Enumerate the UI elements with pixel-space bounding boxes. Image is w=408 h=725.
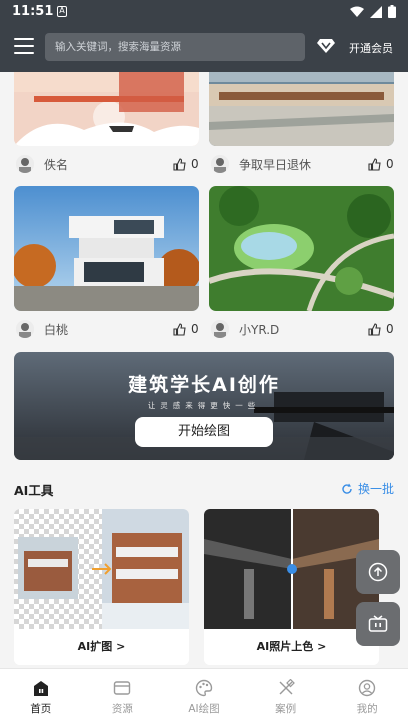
thumbs-up-icon <box>173 322 186 336</box>
section-title-ai-tools: AI工具 <box>14 483 54 498</box>
arrow-up-circle-icon <box>368 562 388 582</box>
nav-item-cases[interactable]: 案例 <box>245 669 327 725</box>
nav-item-ai-drawing[interactable]: AI绘图 <box>163 669 245 725</box>
ai-tool-label: AI扩图 > <box>14 629 189 665</box>
palette-icon <box>195 679 213 697</box>
vip-button[interactable]: 开通会员 <box>349 40 393 56</box>
thumbs-up-icon <box>173 157 186 171</box>
like-button[interactable]: 0 <box>173 153 199 175</box>
search-input[interactable]: 输入关键词，搜索海量资源 <box>45 33 305 61</box>
thumbs-up-icon <box>368 322 381 336</box>
author-row: 白桃 <box>16 318 68 340</box>
header: 输入关键词，搜索海量资源 开通会员 <box>0 24 408 72</box>
like-button[interactable]: 0 <box>368 318 394 340</box>
author-row: 小YR.D <box>211 318 279 340</box>
avatar[interactable] <box>16 155 34 173</box>
ai-tool-label: AI照片上色 > <box>204 629 379 665</box>
feed-card-image[interactable] <box>14 186 199 311</box>
ai-creation-banner[interactable]: 建筑学长AI创作 让灵感来得更快一些 开始绘图 <box>14 352 394 460</box>
like-count: 0 <box>386 157 394 171</box>
app-screen: 11:51 A 输入关键词，搜索海量资源 开通会员 佚名 0 争取早日退休 0 … <box>0 0 408 725</box>
nav-item-home[interactable]: 首页 <box>0 669 82 725</box>
refresh-label: 换一批 <box>357 482 394 496</box>
top-bar: 11:51 A 输入关键词，搜索海量资源 开通会员 <box>0 0 408 72</box>
author-row: 佚名 <box>16 153 68 175</box>
sim-notification-icon: A <box>57 6 67 17</box>
scroll-top-button[interactable] <box>356 550 400 594</box>
nav-label: 我的 <box>356 703 378 715</box>
home-icon <box>33 681 48 696</box>
avatar[interactable] <box>16 320 34 338</box>
cell-signal-icon <box>370 5 382 18</box>
design-tools-icon <box>279 679 295 695</box>
like-count: 0 <box>386 322 394 336</box>
folder-icon <box>114 681 131 695</box>
status-icons <box>350 5 396 18</box>
like-count: 0 <box>191 157 199 171</box>
diamond-icon[interactable] <box>317 39 335 53</box>
feed-card-image[interactable] <box>209 186 394 311</box>
banner-title: 建筑学长AI创作 <box>128 374 280 396</box>
profile-icon <box>358 679 376 697</box>
avatar[interactable] <box>211 155 229 173</box>
status-bar: 11:51 A <box>0 0 408 24</box>
like-button[interactable]: 0 <box>368 153 394 175</box>
nav-item-profile[interactable]: 我的 <box>326 669 408 725</box>
banner-subtitle: 让灵感来得更快一些 <box>147 401 261 410</box>
like-button[interactable]: 0 <box>173 318 199 340</box>
nav-label: 资源 <box>111 703 133 715</box>
thumbs-up-icon <box>368 157 381 171</box>
author-name: 白桃 <box>44 322 69 337</box>
nav-label: 首页 <box>30 703 52 715</box>
author-name: 小YR.D <box>239 322 280 337</box>
avatar[interactable] <box>211 320 229 338</box>
author-row: 争取早日退休 <box>211 153 311 175</box>
menu-icon[interactable] <box>14 38 34 54</box>
battery-icon <box>388 5 396 18</box>
bottom-nav: 首页 资源 AI绘图 案例 我的 <box>0 668 408 725</box>
nav-item-resources[interactable]: 资源 <box>82 669 164 725</box>
refresh-icon <box>342 483 352 494</box>
tv-icon <box>368 615 388 632</box>
nav-label: 案例 <box>275 703 297 715</box>
refresh-button[interactable]: 换一批 <box>341 480 394 497</box>
status-time: 11:51 <box>12 4 54 19</box>
author-name: 佚名 <box>44 157 69 172</box>
nav-label: AI绘图 <box>188 703 220 715</box>
start-drawing-button[interactable]: 开始绘图 <box>135 417 273 447</box>
author-name: 争取早日退休 <box>239 157 312 172</box>
like-count: 0 <box>191 322 199 336</box>
wifi-icon <box>350 6 364 17</box>
tv-button[interactable] <box>356 602 400 646</box>
ai-tool-card[interactable]: AI扩图 > <box>14 509 189 665</box>
ai-tool-card[interactable]: AI照片上色 > <box>204 509 379 665</box>
